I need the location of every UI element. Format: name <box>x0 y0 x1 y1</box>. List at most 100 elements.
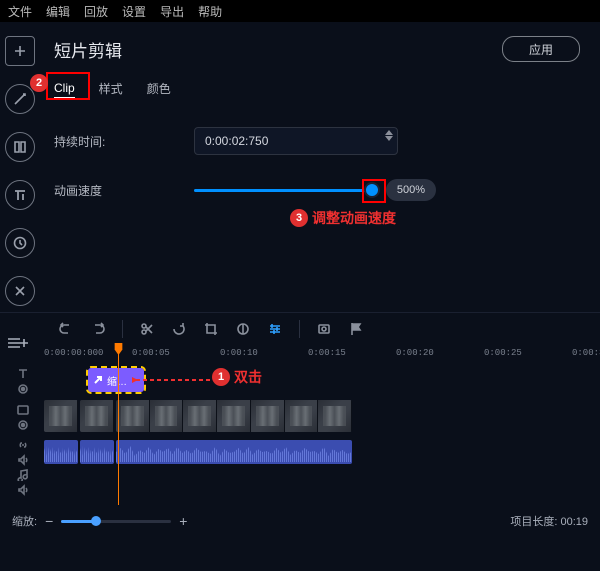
track-head-music[interactable] <box>0 467 44 497</box>
duration-spinner[interactable] <box>385 130 393 141</box>
record-button[interactable] <box>310 315 338 343</box>
text-track-icon <box>16 367 29 380</box>
ruler-tick: 0:00:20 <box>396 348 434 358</box>
tools-icon <box>12 283 28 299</box>
panel-title: 短片剪辑 <box>54 37 122 62</box>
selected-title-clip[interactable]: 缩… <box>88 368 144 392</box>
timeline-toolbar <box>0 313 600 345</box>
time-ruler[interactable]: 0:00:00:000 0:00:05 0:00:10 0:00:15 0:00… <box>44 345 600 365</box>
duration-label: 持续时间: <box>54 133 194 150</box>
ruler-tick: 0:00:15 <box>308 348 346 358</box>
menu-playback[interactable]: 回放 <box>84 3 108 20</box>
tab-color[interactable]: 颜色 <box>147 78 171 99</box>
transitions-button[interactable] <box>5 132 35 162</box>
filters-button[interactable] <box>5 84 35 114</box>
color-adjust-button[interactable] <box>229 315 257 343</box>
zoom-slider-thumb[interactable] <box>91 516 101 526</box>
sliders-icon <box>267 321 283 337</box>
ruler-tick: 0:00:25 <box>484 348 522 358</box>
zoom-label: 缩放: <box>12 513 37 529</box>
menu-bar: 文件 编辑 回放 设置 导出 帮助 <box>0 0 600 22</box>
audio-clip-1[interactable] <box>44 440 78 464</box>
redo-icon <box>90 321 106 337</box>
annotation-1: 1 双击 <box>212 367 262 387</box>
scissors-icon <box>139 321 155 337</box>
transitions-icon <box>12 139 28 155</box>
tab-style[interactable]: 样式 <box>99 78 123 99</box>
undo-button[interactable] <box>52 315 80 343</box>
ruler-tick: 0:00:00:000 <box>44 348 103 358</box>
timeline: 0:00:00:000 0:00:05 0:00:10 0:00:15 0:00… <box>0 345 600 535</box>
marker-button[interactable] <box>342 315 370 343</box>
duration-input[interactable]: 0:00:02:750 <box>194 127 398 155</box>
clock-icon <box>12 235 28 251</box>
zoom-out-button[interactable]: − <box>45 513 53 529</box>
left-tool-rail <box>0 22 40 312</box>
visibility-icon[interactable] <box>16 382 29 395</box>
zoom-slider[interactable] <box>61 520 171 523</box>
track-head-linked-audio[interactable] <box>0 437 44 467</box>
duration-value: 0:00:02:750 <box>205 134 268 148</box>
cut-button[interactable] <box>133 315 161 343</box>
track-body-linked-audio[interactable] <box>44 437 600 467</box>
ruler-tick: 0:00:10 <box>220 348 258 358</box>
menu-edit[interactable]: 编辑 <box>46 3 70 20</box>
clip-properties-panel: 短片剪辑 应用 Clip 样式 颜色 2 持续时间: 0:00:02:750 <box>40 22 600 312</box>
plus-icon <box>12 43 28 59</box>
spinner-down-icon[interactable] <box>385 136 393 141</box>
speed-slider-thumb[interactable] <box>364 182 380 198</box>
status-bar: 缩放: − + 项目长度: 00:19 <box>0 507 600 535</box>
audio-clip-2[interactable] <box>80 440 114 464</box>
menu-settings[interactable]: 设置 <box>122 3 146 20</box>
arrow-up-right-icon <box>92 374 104 386</box>
wand-icon <box>12 91 28 107</box>
stickers-button[interactable] <box>5 228 35 258</box>
track-body-music[interactable] <box>44 467 600 497</box>
tab-clip[interactable]: Clip <box>54 79 75 99</box>
track-body-text[interactable]: 缩… <box>44 365 600 397</box>
spinner-up-icon[interactable] <box>385 130 393 135</box>
menu-file[interactable]: 文件 <box>8 3 32 20</box>
flag-icon <box>348 321 364 337</box>
audio-icon[interactable] <box>16 453 29 466</box>
video-clip-3[interactable] <box>116 400 352 432</box>
track-body-video[interactable] <box>44 397 600 437</box>
video-track-icon <box>16 403 29 416</box>
rotate-icon <box>171 321 187 337</box>
zoom-in-button[interactable]: + <box>179 513 187 529</box>
speed-value-badge: 500% <box>386 179 436 201</box>
rotate-button[interactable] <box>165 315 193 343</box>
ruler-tick: 0:00:05 <box>132 348 170 358</box>
track-head-video[interactable] <box>0 397 44 437</box>
crop-button[interactable] <box>197 315 225 343</box>
titles-button[interactable] <box>5 180 35 210</box>
color-icon <box>235 321 251 337</box>
text-icon <box>12 187 28 203</box>
redo-button[interactable] <box>84 315 112 343</box>
more-tools-button[interactable] <box>5 276 35 306</box>
project-length: 项目长度: 00:19 <box>510 513 588 529</box>
speed-slider[interactable] <box>194 189 372 192</box>
video-clip-2[interactable] <box>80 400 114 432</box>
audio-icon[interactable] <box>16 483 29 496</box>
menu-help[interactable]: 帮助 <box>198 3 222 20</box>
apply-button[interactable]: 应用 <box>502 36 580 62</box>
annotation-text-3: 调整动画速度 <box>312 208 396 228</box>
link-icon <box>16 438 29 451</box>
speed-label: 动画速度 <box>54 182 194 199</box>
clip-label: 缩… <box>107 373 127 388</box>
track-head-text[interactable] <box>0 365 44 397</box>
ruler-tick: 0:00:30 <box>572 348 600 358</box>
annotation-text-1: 双击 <box>234 367 262 387</box>
audio-clip-3[interactable] <box>116 440 352 464</box>
playhead[interactable] <box>118 345 119 505</box>
music-icon <box>16 468 29 481</box>
add-media-button[interactable] <box>5 36 35 66</box>
clip-properties-button[interactable] <box>261 315 289 343</box>
video-clip-1[interactable] <box>44 400 78 432</box>
annotation-number-1: 1 <box>212 368 230 386</box>
menu-export[interactable]: 导出 <box>160 3 184 20</box>
zoom-control: 缩放: − + <box>12 513 187 529</box>
record-icon <box>316 321 332 337</box>
visibility-icon[interactable] <box>16 418 29 431</box>
